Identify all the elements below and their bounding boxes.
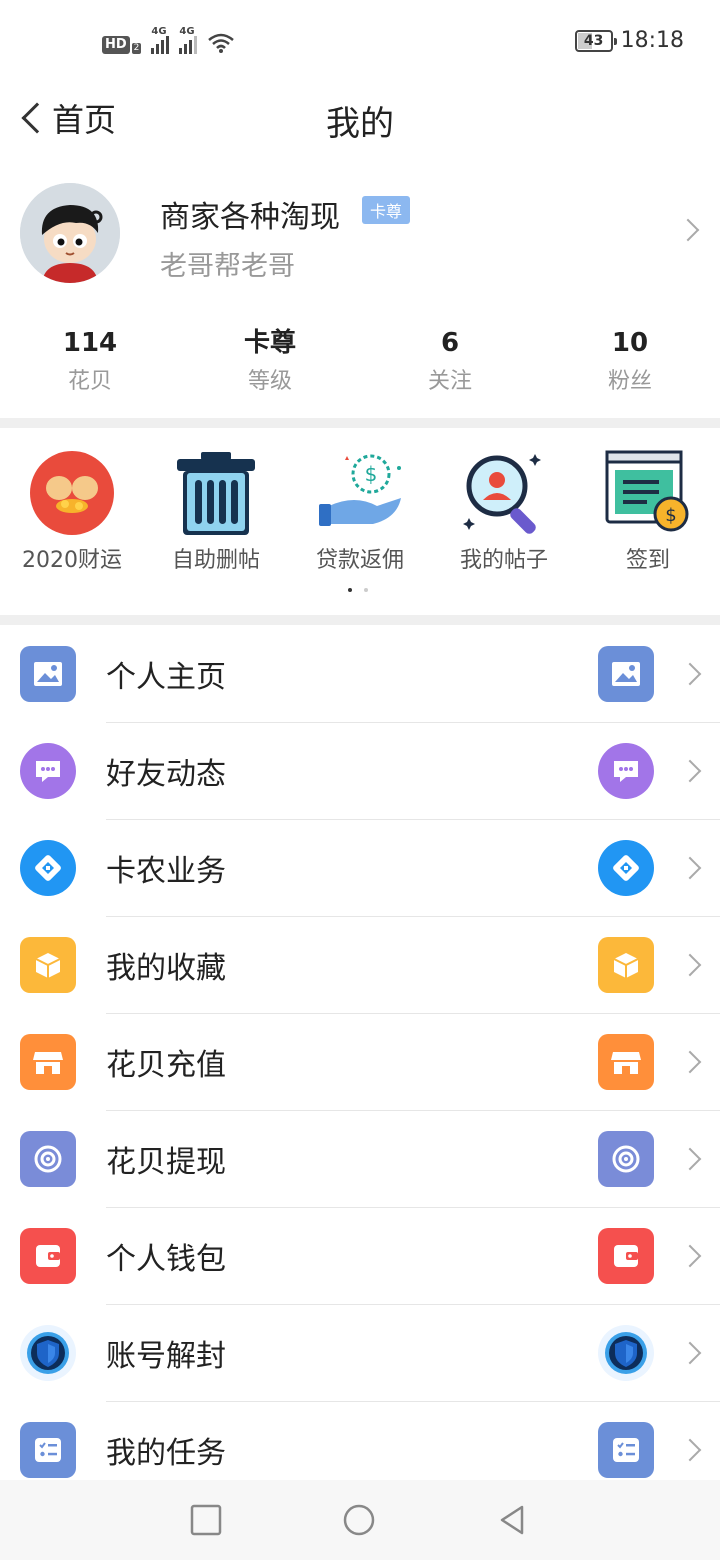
wallet-icon [20, 1228, 76, 1284]
stat-flower-coins[interactable]: 114 花贝 [0, 322, 180, 412]
wallet-icon [598, 1228, 654, 1284]
page-dot [364, 588, 368, 592]
clock: 18:18 [620, 28, 684, 53]
disc-icon [20, 1131, 76, 1187]
menu-item-friend-feed[interactable]: 好友动态 [0, 723, 720, 820]
system-nav-bar [0, 1480, 720, 1560]
chevron-right-icon [678, 662, 702, 686]
hd-voice-icon: HD 2 [102, 36, 142, 54]
box-icon [20, 937, 76, 993]
status-bar: HD 2 4G 4G 43 18:18 [0, 0, 720, 84]
divider [0, 418, 720, 428]
quick-action-loan-rebate[interactable]: $ 贷款返佣 [288, 448, 432, 574]
chevron-right-icon [678, 1244, 702, 1268]
user-name: 商家各种淘现 [160, 200, 340, 235]
page-title: 我的 [326, 104, 394, 144]
chat-bubble-icon [598, 743, 654, 799]
image-icon [598, 646, 654, 702]
menu-list: 个人主页 好友动态 卡农业务 我的收藏 花贝充值 花贝提现 个人钱包 账号解封 … [0, 626, 720, 1499]
signal-icon: 4G [151, 26, 170, 54]
shield-icon [20, 1325, 76, 1381]
cartoon-avatar-icon [20, 183, 120, 283]
signal-icon-2: 4G [179, 26, 198, 54]
menu-item-card-business[interactable]: 卡农业务 [0, 820, 720, 917]
chevron-right-icon [678, 759, 702, 783]
quick-action-fortune[interactable]: 2020财运 [0, 448, 144, 574]
handshake-icon [20, 840, 76, 896]
task-list-icon [598, 1422, 654, 1478]
quick-actions: 2020财运 自助删帖 $ 贷款返佣 我的帖子 $ 签到 [0, 430, 720, 615]
quick-action-check-in[interactable]: $ 签到 [576, 448, 720, 574]
stat-followers[interactable]: 10 粉丝 [540, 322, 720, 412]
fortune-icon [30, 451, 114, 535]
rank-badge: 卡尊 [362, 196, 411, 224]
menu-item-homepage[interactable]: 个人主页 [0, 626, 720, 723]
divider [0, 615, 720, 625]
stats-row: 114 花贝 卡尊 等级 6 关注 10 粉丝 [0, 322, 720, 412]
stat-following[interactable]: 6 关注 [360, 322, 540, 412]
image-icon [20, 646, 76, 702]
recent-apps-button[interactable] [190, 1504, 222, 1536]
loan-rebate-icon: $ [319, 454, 401, 526]
chevron-right-icon [678, 953, 702, 977]
svg-text:$: $ [665, 505, 676, 526]
quick-action-my-posts[interactable]: 我的帖子 [432, 448, 576, 574]
check-in-icon: $ [605, 450, 689, 532]
svg-text:$: $ [365, 462, 378, 486]
my-posts-icon [463, 454, 541, 534]
disc-icon [598, 1131, 654, 1187]
page-indicator [348, 588, 368, 592]
handshake-icon [598, 840, 654, 896]
shop-icon [20, 1034, 76, 1090]
chevron-right-icon [676, 218, 700, 242]
stat-level[interactable]: 卡尊 等级 [180, 322, 360, 412]
menu-item-unban[interactable]: 账号解封 [0, 1305, 720, 1402]
status-icons-right: 43 18:18 [574, 28, 684, 53]
chevron-right-icon [678, 1438, 702, 1462]
wifi-icon [208, 33, 235, 53]
avatar[interactable] [20, 183, 120, 283]
status-icons-left: HD 2 4G 4G [102, 26, 235, 54]
chevron-right-icon [678, 1147, 702, 1171]
home-button[interactable] [343, 1504, 375, 1536]
back-nav-button[interactable] [496, 1504, 528, 1536]
menu-item-favorites[interactable]: 我的收藏 [0, 917, 720, 1014]
trash-icon [177, 452, 255, 535]
profile-card[interactable]: 商家各种淘现 卡尊 老哥帮老哥 [0, 170, 720, 300]
box-icon [598, 937, 654, 993]
chevron-right-icon [678, 1050, 702, 1074]
task-list-icon [20, 1422, 76, 1478]
quick-action-delete-post[interactable]: 自助删帖 [144, 448, 288, 574]
menu-item-wallet[interactable]: 个人钱包 [0, 1208, 720, 1305]
page-dot-active [348, 588, 352, 592]
shop-icon [598, 1034, 654, 1090]
shield-icon [598, 1325, 654, 1381]
menu-item-recharge[interactable]: 花贝充值 [0, 1014, 720, 1111]
chevron-right-icon [678, 1341, 702, 1365]
battery-icon: 43 [574, 29, 617, 52]
menu-item-withdraw[interactable]: 花贝提现 [0, 1111, 720, 1208]
chat-bubble-icon [20, 743, 76, 799]
chevron-right-icon [678, 856, 702, 880]
user-subtitle: 老哥帮老哥 [160, 251, 295, 282]
nav-bar: 首页 我的 [0, 84, 720, 154]
